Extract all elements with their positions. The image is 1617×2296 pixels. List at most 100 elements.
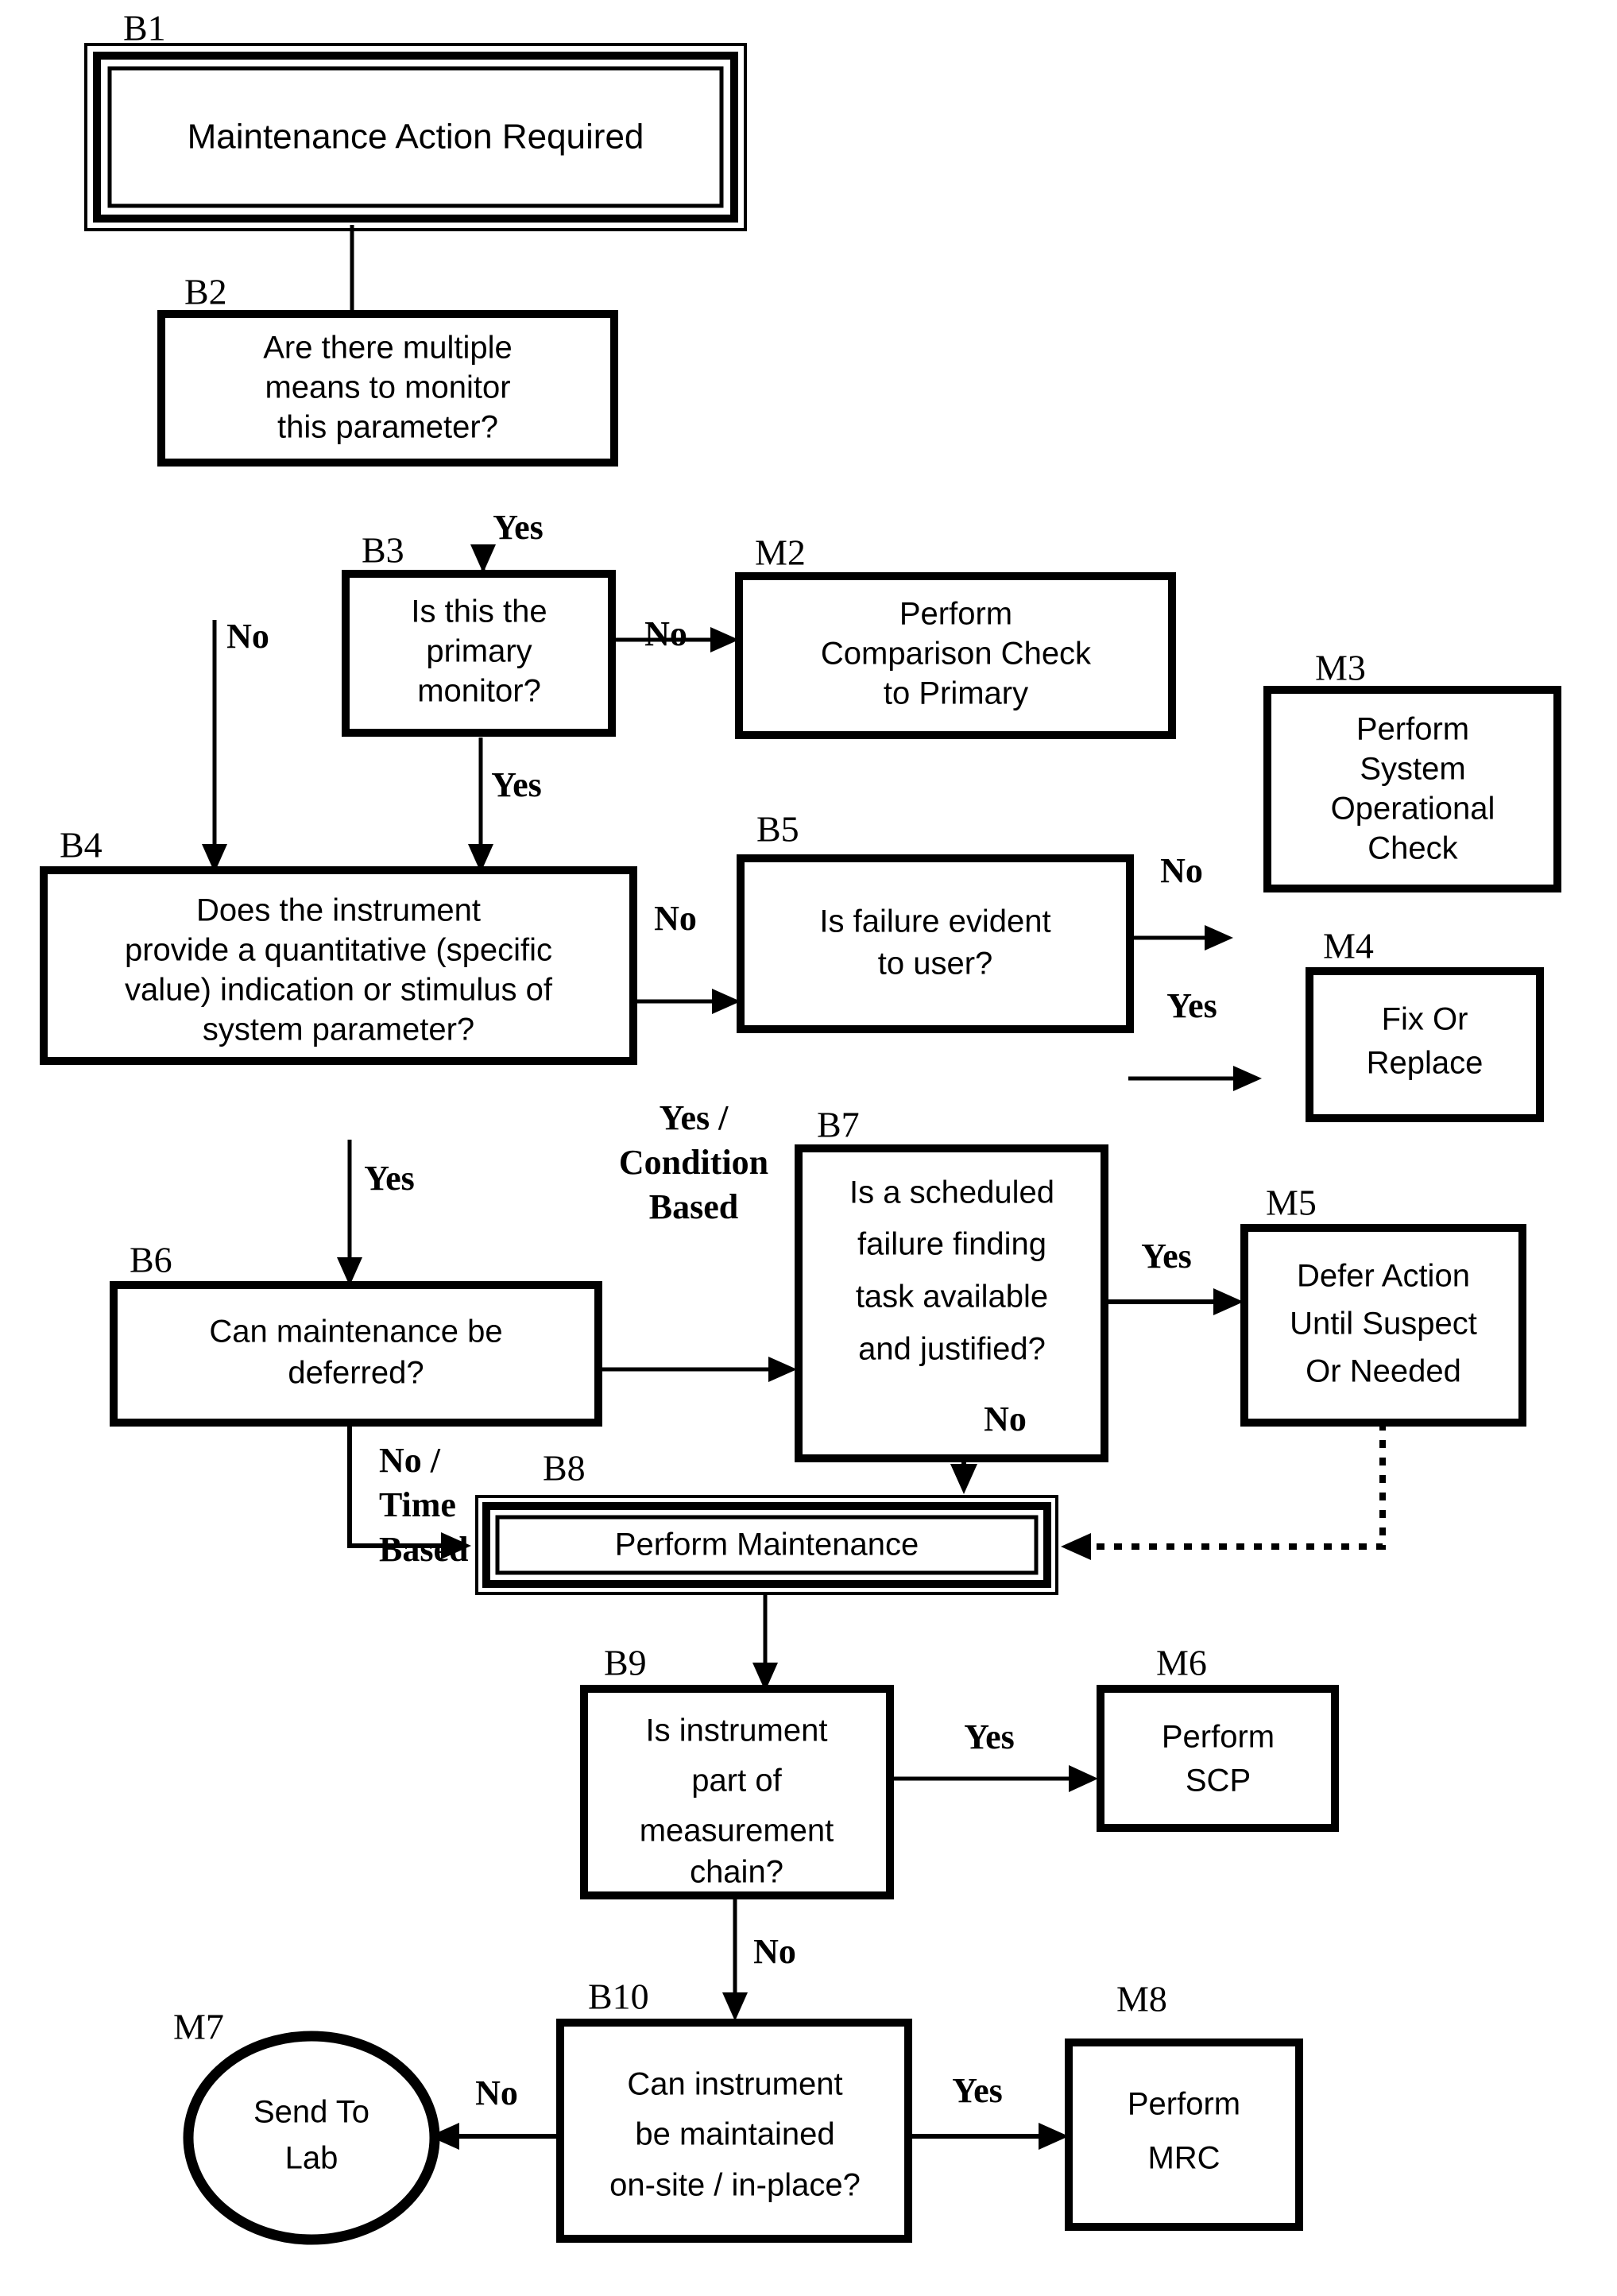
edge-b8-to-b9 bbox=[752, 1593, 778, 1691]
edge-label-b6-no-time-1: No / bbox=[379, 1441, 441, 1480]
edge-label-b9-no: No bbox=[753, 1932, 796, 1971]
flowchart-svg: B1 Maintenance Action Required B2 Are th… bbox=[40, 8, 1561, 2245]
node-m5-line1: Defer Action bbox=[1297, 1259, 1470, 1294]
node-m7[interactable]: M7 Send To Lab bbox=[173, 2007, 440, 2245]
node-b9-line4: chain? bbox=[690, 1855, 783, 1890]
node-b1[interactable]: B1 Maintenance Action Required bbox=[84, 8, 747, 231]
flowchart-canvas: B1 Maintenance Action Required B2 Are th… bbox=[0, 0, 1617, 2296]
node-b6-tag: B6 bbox=[130, 1240, 172, 1280]
node-b4-line1: Does the instrument bbox=[196, 893, 481, 928]
edge-label-b6-no-time-3: Based bbox=[379, 1530, 468, 1569]
edge-b10-no-to-m7 bbox=[429, 2123, 560, 2150]
node-b10-line1: Can instrument bbox=[627, 2067, 842, 2102]
edge-b5-yes-to-m4 bbox=[1128, 1066, 1262, 1091]
node-b10-tag: B10 bbox=[588, 1977, 649, 2017]
node-m6[interactable]: M6 Perform SCP bbox=[1097, 1643, 1339, 1832]
node-b2[interactable]: B2 Are there multiple means to monitor t… bbox=[157, 272, 618, 467]
node-b4[interactable]: B4 Does the instrument provide a quantit… bbox=[40, 825, 637, 1065]
node-m8[interactable]: M8 Perform MRC bbox=[1065, 1979, 1303, 2231]
node-m6-border bbox=[1097, 1685, 1339, 1832]
node-b2-line1: Are there multiple bbox=[263, 331, 512, 366]
node-m4-tag: M4 bbox=[1323, 926, 1374, 966]
node-b3-line2: primary bbox=[426, 634, 532, 669]
node-m3-line1: Perform bbox=[1356, 712, 1469, 747]
edge-b10-yes-to-m8 bbox=[908, 2123, 1069, 2150]
node-m2[interactable]: M2 Perform Comparison Check to Primary bbox=[735, 532, 1176, 739]
edge-label-b10-yes: Yes bbox=[952, 2071, 1003, 2110]
edge-label-b9-yes: Yes bbox=[964, 1717, 1015, 1756]
node-b8-tag: B8 bbox=[543, 1448, 586, 1489]
node-m7-tag: M7 bbox=[173, 2007, 224, 2047]
edge-b9-no-to-b10 bbox=[722, 1898, 748, 2021]
node-m2-line1: Perform bbox=[899, 597, 1012, 632]
edge-label-b5-yes: Yes bbox=[1166, 986, 1217, 1025]
node-m7-line2: Lab bbox=[285, 2141, 338, 2176]
node-b9-line1: Is instrument bbox=[646, 1713, 828, 1748]
edge-b5-no-to-m3 bbox=[1128, 925, 1233, 951]
edge-label-b6-yes-cond-3: Based bbox=[649, 1187, 738, 1226]
edge-label-b6-yes-cond-2: Condition bbox=[619, 1143, 768, 1182]
node-b7[interactable]: B7 Is a scheduled failure finding task a… bbox=[795, 1105, 1108, 1462]
edge-label-b7-no: No bbox=[984, 1400, 1027, 1438]
node-b6-line1: Can maintenance be bbox=[209, 1314, 502, 1349]
node-m7-ellipse bbox=[183, 2031, 440, 2245]
edge-b3-yes-to-b4 bbox=[468, 738, 493, 873]
node-b7-tag: B7 bbox=[817, 1105, 860, 1145]
node-m4-line2: Replace bbox=[1367, 1046, 1484, 1081]
node-b1-label: Maintenance Action Required bbox=[188, 118, 644, 157]
node-b9-tag: B9 bbox=[604, 1643, 647, 1683]
node-b6-border bbox=[110, 1281, 602, 1427]
node-m8-tag: M8 bbox=[1116, 1979, 1167, 2019]
node-m5-line2: Until Suspect bbox=[1290, 1307, 1477, 1342]
edge-label-b3-no: No bbox=[644, 614, 687, 653]
node-b4-line2: provide a quantitative (specific bbox=[125, 933, 552, 968]
node-b9[interactable]: B9 Is instrument part of measurement cha… bbox=[580, 1643, 894, 1899]
node-b9-line3: measurement bbox=[640, 1814, 834, 1849]
node-b10-line3: on-site / in-place? bbox=[609, 2168, 861, 2203]
node-m5[interactable]: M5 Defer Action Until Suspect Or Needed bbox=[1240, 1183, 1526, 1427]
node-b4-line4: system parameter? bbox=[203, 1012, 474, 1047]
node-m3-line2: System bbox=[1360, 752, 1465, 787]
node-b4-tag: B4 bbox=[60, 825, 103, 865]
node-b5-line1: Is failure evident bbox=[819, 904, 1050, 939]
node-m5-tag: M5 bbox=[1266, 1183, 1317, 1223]
node-m8-line1: Perform bbox=[1128, 2087, 1240, 2122]
edge-b9-yes-to-m6 bbox=[890, 1765, 1098, 1792]
node-b1-tag: B1 bbox=[123, 8, 166, 48]
edge-label-b6-no-time-2: Time bbox=[379, 1485, 456, 1524]
node-m6-line1: Perform bbox=[1162, 1720, 1275, 1755]
node-m3-tag: M3 bbox=[1315, 648, 1366, 688]
node-m6-line2: SCP bbox=[1186, 1764, 1251, 1798]
node-b5[interactable]: B5 Is failure evident to user? bbox=[737, 809, 1134, 1033]
edge-b6-yes-to-b7 bbox=[600, 1357, 797, 1382]
edge-b4-no-to-b5 bbox=[632, 989, 741, 1014]
node-m3-line3: Operational bbox=[1331, 792, 1495, 827]
node-m4[interactable]: M4 Fix Or Replace bbox=[1306, 926, 1544, 1122]
node-b2-line2: means to monitor bbox=[265, 370, 510, 405]
node-b7-line4: and justified? bbox=[858, 1332, 1046, 1367]
node-m2-line3: to Primary bbox=[884, 676, 1028, 711]
edge-label-b4-yes: Yes bbox=[364, 1159, 415, 1198]
node-m8-border bbox=[1065, 2039, 1303, 2231]
node-m8-line2: MRC bbox=[1147, 2141, 1220, 2176]
node-m5-line3: Or Needed bbox=[1306, 1354, 1461, 1389]
node-m2-tag: M2 bbox=[755, 532, 806, 573]
edge-b4-yes-to-b6 bbox=[337, 1140, 362, 1286]
edge-label-b5-no: No bbox=[1160, 851, 1203, 890]
edge-label-b6-yes-cond-1: Yes / bbox=[660, 1098, 729, 1137]
edge-label-b7-yes: Yes bbox=[1141, 1237, 1192, 1276]
edge-b7-yes-to-m5 bbox=[1104, 1288, 1244, 1315]
node-b7-line2: failure finding bbox=[857, 1227, 1046, 1262]
node-b5-tag: B5 bbox=[756, 809, 799, 850]
node-b7-line3: task available bbox=[856, 1280, 1048, 1314]
node-b9-line2: part of bbox=[691, 1764, 782, 1798]
edge-b2-no-to-b4 bbox=[202, 620, 227, 873]
node-b5-border bbox=[737, 854, 1134, 1033]
edge-label-b4-no: No bbox=[654, 899, 697, 938]
node-b8-label: Perform Maintenance bbox=[615, 1527, 919, 1562]
node-m3-line4: Check bbox=[1367, 831, 1458, 866]
node-m3[interactable]: M3 Perform System Operational Check bbox=[1263, 648, 1561, 892]
node-m4-line1: Fix Or bbox=[1382, 1002, 1468, 1037]
node-b2-tag: B2 bbox=[184, 272, 227, 312]
edge-label-b2-no: No bbox=[226, 617, 269, 656]
